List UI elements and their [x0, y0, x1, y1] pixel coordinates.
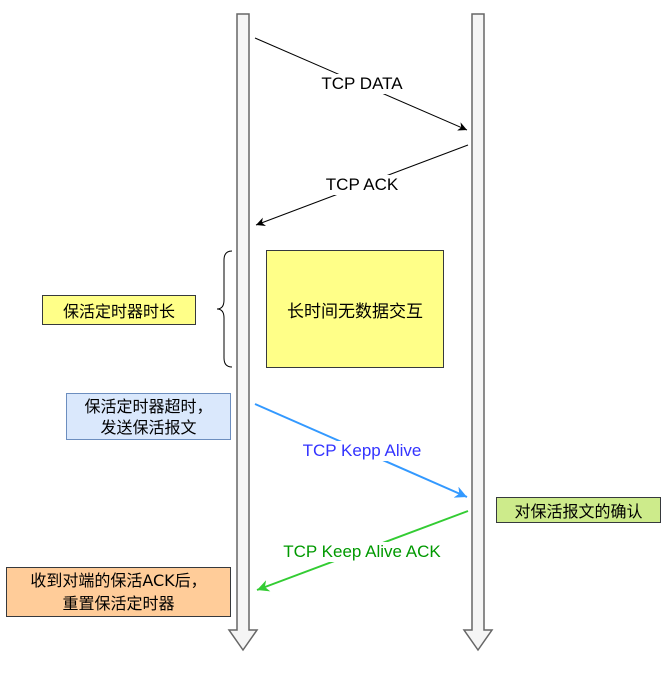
note-timer-duration: 保活定时器时长	[42, 295, 196, 325]
note-idle-period-text: 长时间无数据交互	[287, 301, 423, 322]
note-idle-period: 长时间无数据交互	[266, 250, 444, 368]
timer-duration-brace	[216, 250, 233, 368]
note-timer-duration-text: 保活定时器时长	[62, 302, 175, 321]
note-timer-timeout-line-2: 发送保活报文	[100, 417, 197, 437]
note-keepalive-confirm: 对保活报文的确认	[496, 497, 661, 523]
diagram-canvas: TCP DATA TCP ACK TCP Kepp Alive TCP Keep…	[0, 0, 666, 673]
message-keepalive-ack-label: TCP Keep Alive ACK	[280, 542, 444, 562]
lifeline-right-arrow	[462, 13, 494, 652]
lifeline-left-arrow	[227, 13, 259, 652]
message-keepalive-label: TCP Kepp Alive	[299, 441, 425, 461]
message-tcp-data-label: TCP DATA	[318, 74, 406, 94]
note-timer-timeout: 保活定时器超时， 发送保活报文	[66, 393, 231, 440]
message-tcp-ack-label: TCP ACK	[322, 175, 402, 195]
note-timer-timeout-line-1: 保活定时器超时，	[84, 396, 213, 416]
note-timer-reset-line-2: 重置保活定时器	[62, 594, 175, 613]
note-timer-reset-line-1: 收到对端的保活ACK后，	[30, 571, 207, 590]
note-keepalive-confirm-text: 对保活报文的确认	[514, 502, 643, 521]
note-timer-reset: 收到对端的保活ACK后， 重置保活定时器	[6, 567, 231, 617]
